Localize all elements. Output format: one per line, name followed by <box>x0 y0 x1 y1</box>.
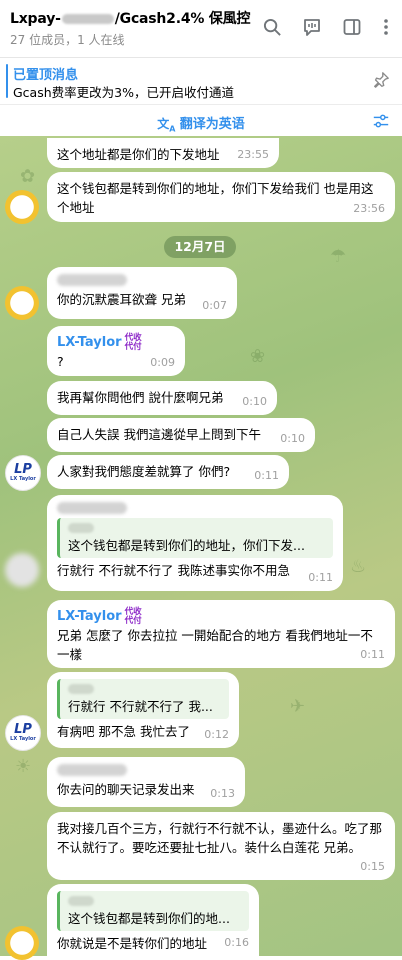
message-time: 0:10 <box>242 395 267 408</box>
message-bubble[interactable]: 你去问的聊天记录发出来 0:13 <box>47 757 245 807</box>
message-bubble[interactable]: 这个钱包都是转到你们的地... 你就说是不是转你们的地址 0:16 <box>47 884 259 956</box>
unpin-icon[interactable] <box>372 71 390 93</box>
member-count: 27 位成员，1 人在线 <box>10 33 125 47</box>
date-separator: 12月7日 <box>164 236 236 258</box>
doodle-icon: ✈ <box>290 696 306 717</box>
doodle-icon: ☀ <box>15 756 32 777</box>
sender-badge: 代收 代付 <box>124 332 142 352</box>
doodle-icon: ☂ <box>330 246 347 267</box>
sender-name[interactable]: LX-Taylor 代收 代付 <box>57 333 175 352</box>
message-time: 0:07 <box>202 299 227 312</box>
sidebar-toggle-icon[interactable] <box>341 16 363 38</box>
message-bubble[interactable]: 我再幫你問他們 說什麼啊兄弟 0:10 <box>47 381 277 415</box>
translate-settings-icon[interactable] <box>372 112 390 134</box>
message-bubble[interactable]: LX-Taylor 代收 代付 兄弟 怎麼了 你去拉拉 一開始配合的地方 看我們地… <box>47 600 395 668</box>
sender-badge: 代收 代付 <box>124 606 142 626</box>
pinned-bar <box>6 64 8 98</box>
doodle-icon: ✿ <box>20 166 36 187</box>
message-time: 0:11 <box>308 571 333 584</box>
message-time: 0:15 <box>360 860 385 873</box>
message-bubble[interactable]: 行就行 不行就不行了 我... 有病吧 那不急 我忙去了 0:12 <box>47 672 239 748</box>
more-icon[interactable] <box>375 16 397 38</box>
message-bubble[interactable]: LX-Taylor 代收 代付 ? 0:09 <box>47 326 185 376</box>
avatar[interactable] <box>5 286 39 320</box>
pinned-message[interactable]: 已置顶消息 Gcash费率更改为3%，已开启收付通道 <box>0 57 402 104</box>
avatar[interactable]: LP LX Taylor <box>5 455 41 491</box>
reply-quote[interactable]: 这个钱包都是转到你们的地址，你们下发... <box>57 518 333 558</box>
translate-label: 文A 翻译为英语 <box>157 117 245 134</box>
message-time: 0:09 <box>150 356 175 369</box>
redacted-text <box>61 14 114 24</box>
message-time: 0:10 <box>280 432 305 445</box>
message-time: 0:13 <box>210 787 235 800</box>
message-time: 23:55 <box>237 148 269 161</box>
message-time: 23:56 <box>353 202 385 215</box>
message-time: 0:16 <box>224 936 249 949</box>
avatar[interactable] <box>5 190 39 224</box>
redacted-quote-name <box>68 684 94 694</box>
doodle-icon: ❀ <box>250 346 266 367</box>
message-bubble[interactable]: 我对接几百个三方，行就行不行就不认，墨迹什么。吃了那不认就行了。要吃还要扯七扯八… <box>47 812 395 880</box>
reply-quote[interactable]: 这个钱包都是转到你们的地... <box>57 891 249 931</box>
message-bubble[interactable]: 人家對我們態度差就算了 你們? 0:11 <box>47 455 289 489</box>
pinned-text: Gcash费率更改为3%，已开启收付通道 <box>13 85 234 100</box>
message-bubble[interactable]: 你的沉默震耳欲聋 兄弟 0:07 <box>47 267 237 319</box>
message-time: 0:11 <box>360 648 385 661</box>
chat-header: Lxpay-/Gcash2.4% 保風控 27 位成员，1 人在线 <box>0 0 402 56</box>
redacted-quote-name <box>68 896 94 906</box>
reply-quote[interactable]: 行就行 不行就不行了 我... <box>57 679 229 719</box>
redacted-sender-name <box>57 502 127 514</box>
redacted-quote-name <box>68 523 94 533</box>
sender-name[interactable]: LX-Taylor 代收 代付 <box>57 607 385 626</box>
message-bubble[interactable]: 自己人失誤 我們這邊從早上問到下午 0:10 <box>47 418 315 452</box>
message-bubble[interactable]: 这个钱包都是转到你们的地址，你们下发... 行就行 不行就不行了 我陈述事实你不… <box>47 495 343 591</box>
message-bubble[interactable]: 这个钱包都是转到你们的地址，你们下发给我们 也是用这个地址 23:56 <box>47 172 395 222</box>
doodle-icon: ♨ <box>350 556 367 577</box>
translate-bar[interactable]: 文A 翻译为英语 <box>0 104 402 137</box>
video-chat-icon[interactable] <box>301 16 323 38</box>
message-bubble[interactable]: 这个地址都是你们的下发地址 23:55 <box>47 138 279 168</box>
translate-icon: 文A <box>157 117 176 134</box>
search-icon[interactable] <box>261 16 283 38</box>
pinned-title: 已置顶消息 <box>13 68 79 83</box>
redacted-sender-name <box>57 274 127 286</box>
redacted-sender-name <box>57 764 127 776</box>
avatar[interactable] <box>5 553 39 587</box>
message-time: 0:11 <box>254 469 279 482</box>
avatar[interactable] <box>5 926 39 960</box>
avatar[interactable]: LP LX Taylor <box>5 715 41 751</box>
message-time: 0:12 <box>204 728 229 741</box>
chat-title[interactable]: Lxpay-/Gcash2.4% 保風控 <box>10 8 250 28</box>
